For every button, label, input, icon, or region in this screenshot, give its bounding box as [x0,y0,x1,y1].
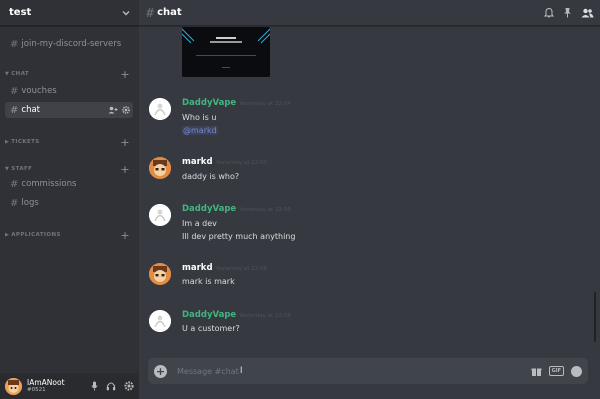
message-timestamp: Yesterday at 22:06 [239,313,291,319]
user-mention[interactable]: @markd [182,126,218,135]
hash-icon: # [10,38,19,50]
hash-icon: # [10,85,19,97]
message-author[interactable]: DaddyVape [182,98,236,108]
category-tickets[interactable]: ▶ TICKETS + [5,136,130,149]
server-name: test [9,7,32,18]
user-panel: IAmANoot #0521 [0,373,139,399]
message: DaddyVape Yesterday at 22:04 Who is u @m… [149,98,586,140]
embedded-image[interactable] [182,27,270,77]
message-author[interactable]: markd [182,157,213,167]
message-timestamp: Yesterday at 22:05 [215,160,268,166]
channel-label: commissions [21,179,77,189]
message-text: mark is mark [182,277,235,286]
message: DaddyVape Yesterday at 22:06 Im a dev Il… [149,204,586,246]
chevron-down-icon: ▼ [5,166,10,172]
category-label: TICKETS [11,139,40,145]
message: markd Yesterday at 22:06 mark is mark [149,263,586,293]
user-tag: #0521 [27,387,46,393]
avatar[interactable] [149,98,171,120]
message: markd Yesterday at 22:05 daddy is who? [149,157,586,187]
message-list: DaddyVape Yesterday at 22:04 Who is u @m… [139,27,600,355]
message-author[interactable]: DaddyVape [182,310,236,320]
hash-icon: # [10,178,19,190]
gear-icon[interactable] [122,106,130,114]
category-applications[interactable]: ▶ APPLICATIONS + [5,229,130,242]
channel-vouches[interactable]: # vouches [5,83,133,99]
gear-icon[interactable] [124,381,134,391]
channel-join-my-discord-servers[interactable]: # join-my-discord-servers [5,36,133,52]
message: DaddyVape Yesterday at 22:06 U a custome… [149,310,586,340]
scrollbar[interactable] [594,292,596,342]
category-label: STAFF [11,166,33,172]
message-text: daddy is who? [182,172,240,181]
avatar[interactable] [5,377,22,395]
category-chat[interactable]: ▼ CHAT + [5,68,130,81]
bell-icon[interactable] [544,7,554,18]
chevron-down-icon: ▼ [5,71,10,77]
chevron-right-icon: ▶ [5,232,10,238]
gift-icon[interactable] [531,366,542,377]
text-cursor-icon: I [239,366,243,376]
channel-title: chat [157,7,182,18]
channel-label: chat [21,105,40,115]
add-channel-icon[interactable]: + [120,136,130,149]
channel-label: join-my-discord-servers [21,39,122,49]
channel-commissions[interactable]: # commissions [5,176,133,192]
message-text: Ill dev pretty much anything [182,232,296,241]
channel-sidebar: test # join-my-discord-servers ▼ CHAT + … [0,0,139,399]
message-timestamp: Yesterday at 22:06 [215,266,268,272]
avatar[interactable] [149,310,171,332]
microphone-icon[interactable] [91,381,98,391]
add-channel-icon[interactable]: + [120,68,130,81]
message-timestamp: Yesterday at 22:06 [239,207,291,213]
message-composer: + Message #chat I GIF [148,358,588,384]
gif-button[interactable]: GIF [548,366,564,376]
upload-plus-icon[interactable]: + [154,364,167,378]
channel-chat[interactable]: # chat [5,102,133,118]
category-staff[interactable]: ▼ STAFF + [5,163,130,176]
invite-user-icon[interactable] [108,106,118,114]
message-timestamp: Yesterday at 22:04 [239,101,291,107]
member-list-icon[interactable] [581,8,594,18]
headphones-icon[interactable] [106,381,116,391]
add-channel-icon[interactable]: + [120,163,130,176]
channel-list: # join-my-discord-servers ▼ CHAT + # vou… [0,26,139,373]
message-author[interactable]: markd [182,263,213,273]
message-text: Who is u [182,113,217,122]
category-label: CHAT [11,71,30,77]
category-label: APPLICATIONS [11,232,61,238]
message-author[interactable]: DaddyVape [182,204,236,214]
message-text: Im a dev [182,219,217,228]
emoji-icon[interactable] [571,365,582,377]
hash-icon: # [145,5,156,20]
avatar[interactable] [149,157,171,179]
avatar[interactable] [149,204,171,226]
username: IAmANoot [27,377,65,387]
channel-label: logs [21,198,39,208]
chevron-down-icon [122,10,130,15]
message-input[interactable]: Message #chat [177,367,239,376]
pin-icon[interactable] [563,7,572,18]
add-channel-icon[interactable]: + [120,229,130,242]
avatar[interactable] [149,263,171,285]
hash-icon: # [10,197,19,209]
channel-logs[interactable]: # logs [5,195,133,211]
server-header[interactable]: test [0,0,139,26]
channel-label: vouches [21,86,57,96]
chevron-right-icon: ▶ [5,139,10,145]
hash-icon: # [10,104,19,116]
message-text: U a customer? [182,324,240,333]
channel-header: # chat [139,0,600,26]
